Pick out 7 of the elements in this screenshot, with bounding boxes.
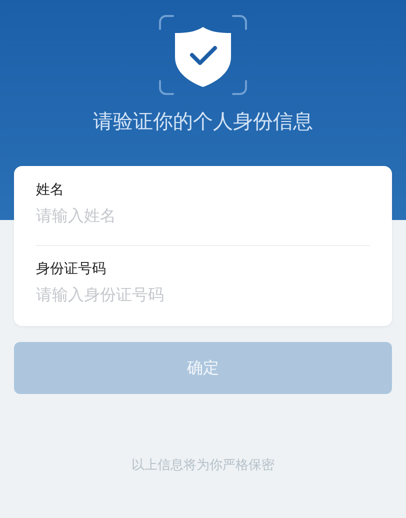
field-label: 姓名 (36, 181, 64, 200)
privacy-note: 以上信息将为你严格保密 (132, 457, 274, 474)
input-field[interactable]: 请输入身份证号码 (36, 284, 370, 306)
field-label: 身份证号码 (36, 260, 106, 279)
input-field[interactable]: 请输入姓名 (36, 205, 370, 227)
page-title: 请验证你的个人身份信息 (93, 108, 313, 134)
shield-check-icon (159, 15, 247, 95)
